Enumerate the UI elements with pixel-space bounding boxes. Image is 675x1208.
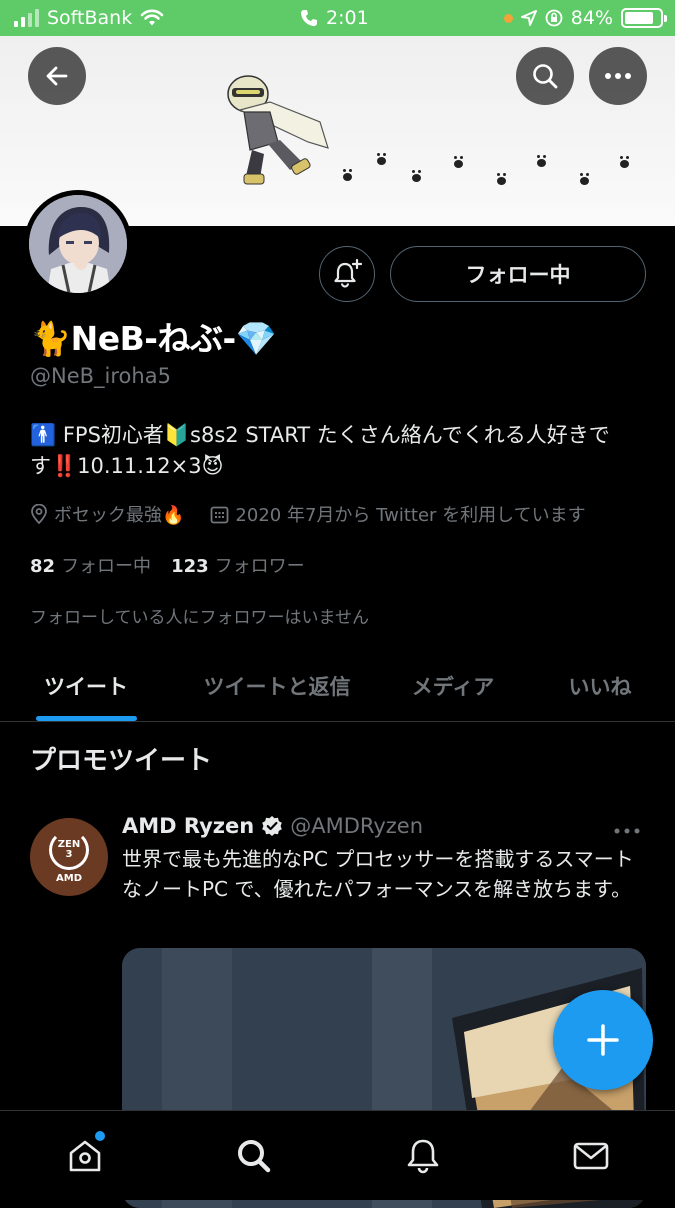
status-right: 84% [503,0,667,36]
phone-call-icon [301,10,317,26]
wifi-icon [140,9,164,26]
paw-print-icon [580,173,589,185]
tweet-author-handle[interactable]: @AMDRyzen [290,814,423,838]
paw-print-icon [412,170,421,182]
tweet-author-name[interactable]: AMD Ryzen [122,814,254,838]
arrow-left-icon [46,66,68,86]
avatar-image [29,195,127,293]
carrier-label: SoftBank [47,7,133,29]
location-text: ボセック最強🔥 [54,505,185,526]
search-button[interactable] [516,47,574,105]
back-button[interactable] [28,47,86,105]
profile-join-date: 2020 年7月から Twitter を利用しています [210,501,586,527]
signal-icon [14,9,39,27]
nav-messages[interactable] [561,1131,621,1181]
more-horizontal-icon [614,828,640,834]
tab-media[interactable]: メディア [392,650,514,722]
battery-icon [621,8,667,28]
bell-plus-icon [334,258,363,288]
follow-counts: 82 フォロー中 123 フォロワー [30,552,305,578]
paw-print-icon [537,155,546,167]
battery-percent: 84% [570,7,613,29]
home-notification-dot [95,1131,105,1141]
paw-print-icon [343,169,352,181]
rotation-lock-icon [545,9,563,27]
zen-logo-icon: ZEN 3 [49,830,89,870]
more-options-button[interactable] [589,47,647,105]
mail-icon [573,1142,609,1170]
more-horizontal-icon [605,73,631,79]
paw-print-icon [620,156,629,168]
tweet-author-avatar[interactable]: ZEN 3 AMD [30,818,108,896]
search-icon [533,64,558,89]
tab-likes[interactable]: いいね [540,650,660,722]
home-icon [69,1140,101,1172]
nav-home[interactable] [55,1131,115,1181]
plus-icon [587,1024,619,1056]
profile-bio: 🚹 FPS初心者🔰s8s2 START たくさん絡んでくれる人好きです‼️10.… [30,423,610,478]
following-count-link[interactable]: 82 フォロー中 [30,552,151,578]
search-icon [238,1140,271,1173]
status-center: 2:01 [300,0,369,36]
privacy-indicator-icon [503,13,513,23]
profile-display-name: 🐈NeB-ねぶ-💎 [30,319,277,358]
banner-character-illustration [227,75,329,185]
tab-tweets[interactable]: ツイート [14,650,158,722]
notifications-toggle-button[interactable] [319,246,375,302]
amd-logo: AMD [56,873,82,884]
promoted-tweets-heading: プロモツイート [30,746,213,776]
paw-print-icon [454,156,463,168]
status-bar: SoftBank 2:01 84% [0,0,675,36]
tweet-header: AMD Ryzen @AMDRyzen [122,814,423,838]
status-left: SoftBank [14,0,164,36]
location-arrow-icon [520,10,537,26]
profile-avatar[interactable] [24,190,132,298]
calendar-icon [211,506,229,523]
followed-by-note: フォローしている人にフォロワーはいません [30,608,369,628]
location-pin-icon [31,504,47,524]
paw-print-icon [377,153,386,165]
nav-search[interactable] [224,1131,284,1181]
verified-badge-icon [262,816,283,836]
bottom-navigation [0,1110,675,1200]
paw-print-icon [497,173,506,185]
join-date-text: 2020 年7月から Twitter を利用しています [235,505,586,526]
clock: 2:01 [326,7,369,29]
following-button[interactable]: フォロー中 [390,246,646,302]
active-tab-indicator [36,716,137,721]
profile-handle: @NeB_iroha5 [30,364,171,388]
nav-notifications[interactable] [393,1131,453,1181]
bell-icon [407,1139,439,1174]
profile-meta: ボセック最強🔥 2020 年7月から Twitter を利用しています [30,500,586,528]
tab-tweets-and-replies[interactable]: ツイートと返信 [186,650,368,722]
followers-count-link[interactable]: 123 フォロワー [171,552,305,578]
compose-tweet-button[interactable] [553,990,653,1090]
profile-tabs: ツイート ツイートと返信 メディア いいね [0,650,675,722]
tweet-text: 世界で最も先進的なPC プロセッサーを搭載するスマートなノートPC で、優れたパ… [122,847,634,901]
profile-location: ボセック最強🔥 [30,501,184,527]
tweet-more-button[interactable] [614,818,640,839]
